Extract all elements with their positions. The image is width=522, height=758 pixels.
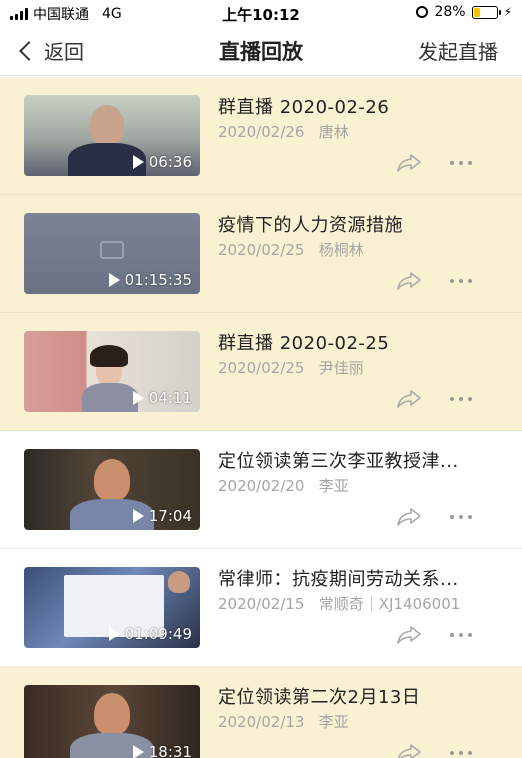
recording-meta: 2020/02/26 唐林 — [218, 121, 508, 142]
status-left: 中国联通 4G — [10, 4, 122, 24]
recording-host: 唐林 — [318, 123, 349, 141]
recording-date: 2020/02/25 — [218, 359, 305, 377]
more-options-icon[interactable] — [450, 751, 472, 755]
duration-badge: 01:15:35 — [108, 271, 192, 289]
play-icon — [132, 745, 144, 758]
recording-host: 尹佳丽 — [318, 359, 364, 377]
status-right: 28% ⚡ — [416, 4, 512, 20]
tv-placeholder-icon — [100, 241, 124, 259]
list-item[interactable]: 04:11 群直播 2020-02-25 2020/02/25 尹佳丽 — [0, 313, 522, 431]
recording-title: 群直播 2020-02-25 — [218, 333, 390, 354]
recording-date: 2020/02/26 — [218, 123, 305, 141]
recording-title: 群直播 2020-02-26 — [218, 97, 390, 118]
navigation-bar: 返回 直播回放 发起直播 — [0, 26, 522, 76]
play-icon — [108, 273, 120, 287]
more-options-icon[interactable] — [450, 633, 472, 637]
video-thumbnail[interactable]: 01:09:49 — [24, 567, 200, 648]
recording-meta: 2020/02/15 常顺奇｜XJ1406001 — [218, 593, 508, 614]
recording-date: 2020/02/20 — [218, 477, 305, 495]
share-icon[interactable] — [396, 153, 422, 173]
recording-date: 2020/02/13 — [218, 713, 305, 731]
play-icon — [108, 627, 120, 641]
back-label: 返回 — [44, 40, 84, 64]
network-label: 4G — [102, 6, 122, 22]
duration: 18:31 — [148, 743, 192, 758]
more-options-icon[interactable] — [450, 515, 472, 519]
list-item[interactable]: 17:04 定位领读第三次李亚教授津... 2020/02/20 李亚 — [0, 431, 522, 549]
battery-percent: 28% — [434, 4, 466, 20]
recording-date: 2020/02/25 — [218, 241, 305, 259]
duration-badge: 18:31 — [132, 743, 192, 758]
battery-level-fill — [473, 7, 480, 17]
list-item[interactable]: 01:09:49 常律师：抗疫期间劳动关系... 2020/02/15 常顺奇｜… — [0, 549, 522, 667]
recording-date: 2020/02/15 — [218, 595, 305, 613]
duration-badge: 04:11 — [132, 389, 192, 407]
carrier-label: 中国联通 — [33, 7, 89, 23]
recording-meta: 2020/02/13 李亚 — [218, 711, 508, 732]
duration: 04:11 — [148, 389, 192, 407]
share-icon[interactable] — [396, 507, 422, 527]
duration: 01:15:35 — [124, 271, 192, 289]
recording-host: 李亚 — [318, 477, 349, 495]
list-item[interactable]: 06:36 群直播 2020-02-26 2020/02/26 唐林 — [0, 77, 522, 195]
more-options-icon[interactable] — [450, 279, 472, 283]
share-icon[interactable] — [396, 389, 422, 409]
status-bar: 中国联通 4G 上午10:12 28% ⚡ — [0, 0, 522, 26]
duration: 06:36 — [148, 153, 192, 171]
duration: 01:09:49 — [124, 625, 192, 643]
video-thumbnail[interactable]: 17:04 — [24, 449, 200, 530]
share-icon[interactable] — [396, 625, 422, 645]
recording-title: 定位领读第三次李亚教授津... — [218, 451, 459, 472]
more-options-icon[interactable] — [450, 397, 472, 401]
list-item[interactable]: 01:15:35 疫情下的人力资源措施 2020/02/25 杨桐林 — [0, 195, 522, 313]
recording-host: 杨桐林 — [318, 241, 364, 259]
recording-meta: 2020/02/25 杨桐林 — [218, 239, 508, 260]
video-thumbnail[interactable]: 04:11 — [24, 331, 200, 412]
signal-icon — [10, 8, 28, 20]
back-button[interactable]: 返回 — [19, 36, 84, 65]
duration-badge: 17:04 — [132, 507, 192, 525]
share-icon[interactable] — [396, 743, 422, 758]
recording-meta: 2020/02/25 尹佳丽 — [218, 357, 508, 378]
play-icon — [132, 509, 144, 523]
recording-host: 常顺奇｜XJ1406001 — [318, 595, 461, 613]
duration: 17:04 — [148, 507, 192, 525]
recording-host: 李亚 — [318, 713, 349, 731]
play-icon — [132, 391, 144, 405]
charging-bolt-icon: ⚡ — [503, 5, 512, 19]
share-icon[interactable] — [396, 271, 422, 291]
battery-icon — [471, 5, 501, 19]
recording-title: 疫情下的人力资源措施 — [218, 215, 403, 236]
video-thumbnail[interactable]: 01:15:35 — [24, 213, 200, 294]
alarm-icon — [416, 6, 429, 18]
chevron-left-icon — [19, 40, 39, 61]
recording-list: 06:36 群直播 2020-02-26 2020/02/26 唐林 01:15… — [0, 77, 522, 758]
start-live-button[interactable]: 发起直播 — [418, 36, 498, 65]
list-item[interactable]: 18:31 定位领读第二次2月13日 2020/02/13 李亚 — [0, 667, 522, 758]
duration-badge: 01:09:49 — [108, 625, 192, 643]
more-options-icon[interactable] — [450, 161, 472, 165]
video-thumbnail[interactable]: 18:31 — [24, 685, 200, 758]
recording-title: 常律师：抗疫期间劳动关系... — [218, 569, 459, 590]
recording-title: 定位领读第二次2月13日 — [218, 687, 421, 708]
duration-badge: 06:36 — [132, 153, 192, 171]
recording-meta: 2020/02/20 李亚 — [218, 475, 508, 496]
play-icon — [132, 155, 144, 169]
video-thumbnail[interactable]: 06:36 — [24, 95, 200, 176]
